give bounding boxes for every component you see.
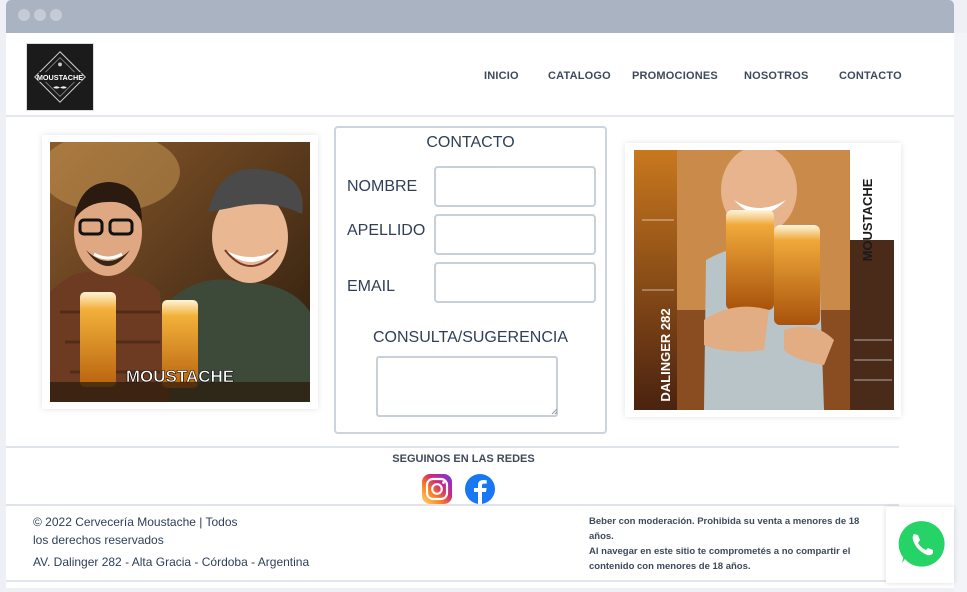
consulta-label: CONSULTA/SUGERENCIA [373, 329, 568, 346]
apellido-input[interactable] [434, 214, 596, 255]
window-dot[interactable] [34, 9, 46, 21]
email-label: EMAIL [347, 278, 396, 295]
nav-catalogo[interactable]: CATALOGO [548, 70, 611, 82]
social-title: SEGUINOS EN LAS REDES [392, 453, 535, 465]
site-header: MOUSTACHE INICIO CATALOGO PROMOCIONES NO… [6, 33, 954, 117]
resize-grip-icon[interactable] [551, 408, 558, 415]
nav-inicio[interactable]: INICIO [484, 70, 519, 82]
nombre-input[interactable] [434, 166, 596, 207]
nav-contacto[interactable]: CONTACTO [839, 70, 902, 82]
site-footer: © 2022 Cervecería Moustache | Todos los … [6, 507, 954, 582]
legal-notice: Beber con moderación. Prohibida su venta… [589, 514, 879, 574]
vertical-brand-text: MOUSTACHE [860, 178, 875, 261]
legal-line1: Beber con moderación. Prohibida su venta… [589, 516, 860, 542]
photo-caption: MOUSTACHE [126, 367, 234, 386]
browser-titlebar [6, 0, 954, 33]
brand-logo[interactable]: MOUSTACHE [26, 43, 94, 111]
vertical-address-text: DALINGER 282 [658, 308, 673, 401]
facebook-icon[interactable] [464, 473, 496, 505]
window-dot[interactable] [18, 9, 30, 21]
form-title: CONTACTO [426, 134, 515, 151]
copyright-text: © 2022 Cervecería Moustache | Todos los … [33, 513, 273, 549]
consulta-textarea[interactable] [376, 356, 558, 417]
whatsapp-icon [896, 518, 948, 571]
contact-form: CONTACTO NOMBRE APELLIDO EMAIL CONSULTA/… [334, 126, 607, 434]
whatsapp-button[interactable] [886, 507, 954, 583]
web-page: MOUSTACHE INICIO CATALOGO PROMOCIONES NO… [6, 33, 954, 588]
copyright-line2: los derechos reservados [33, 533, 164, 547]
window-dot[interactable] [50, 9, 62, 21]
copyright-line1: © 2022 Cervecería Moustache | Todos [33, 515, 238, 529]
address-text: AV. Dalinger 282 - Alta Gracia - Córdoba… [33, 555, 310, 569]
apellido-label: APELLIDO [347, 222, 426, 239]
nombre-label: NOMBRE [347, 178, 418, 195]
friends-beer-photo: MOUSTACHE [50, 142, 310, 402]
nav-nosotros[interactable]: NOSOTROS [744, 70, 809, 82]
instagram-icon[interactable] [421, 473, 453, 505]
email-input[interactable] [434, 262, 596, 303]
right-photo-card: MOUSTACHE DALINGER 282 [625, 143, 901, 417]
toast-beer-photo: MOUSTACHE DALINGER 282 [634, 150, 894, 410]
left-photo-card: MOUSTACHE [42, 135, 318, 409]
nav-promociones[interactable]: PROMOCIONES [632, 70, 718, 82]
legal-line2: Al navegar en este sitio te comprometés … [589, 546, 851, 572]
logo-wordmark: MOUSTACHE [37, 73, 83, 82]
scrollbar-track[interactable] [954, 33, 967, 592]
social-section: SEGUINOS EN LAS REDES [6, 446, 899, 506]
